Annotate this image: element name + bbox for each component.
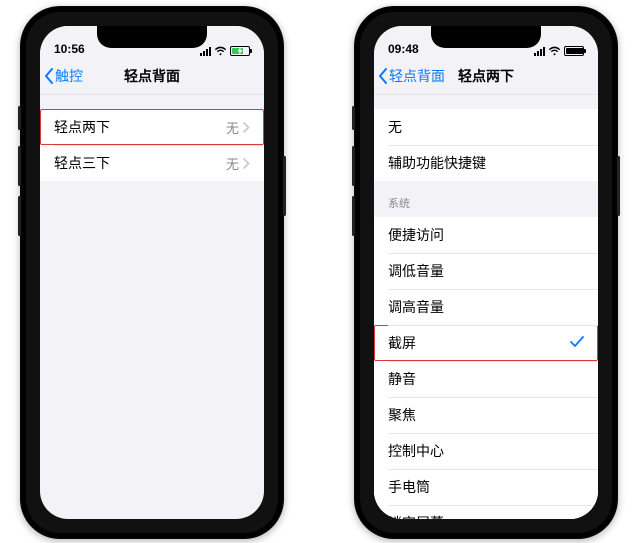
settings-list: 无 辅助功能快捷键 系统 便捷访问调低音量调高音量截屏静音聚焦控制中心手电筒锁定…: [374, 109, 598, 519]
side-button: [18, 196, 21, 236]
back-label: 触控: [55, 66, 83, 86]
check-icon: [570, 335, 584, 351]
option-row[interactable]: 便捷访问: [374, 217, 598, 253]
status-time: 09:48: [388, 42, 419, 56]
notch: [97, 26, 207, 48]
row-label: 无: [388, 117, 402, 137]
back-button[interactable]: 轻点背面: [378, 66, 445, 86]
nav-bar: 触控 轻点背面: [40, 58, 264, 95]
option-row[interactable]: 调低音量: [374, 253, 598, 289]
back-button[interactable]: 触控: [44, 66, 83, 86]
row-label: 辅助功能快捷键: [388, 153, 486, 173]
side-button: [352, 196, 355, 236]
row-label: 调低音量: [388, 261, 444, 281]
row-label: 轻点两下: [54, 117, 110, 137]
notch: [431, 26, 541, 48]
chevron-left-icon: [378, 68, 388, 84]
option-accessibility-shortcut[interactable]: 辅助功能快捷键: [374, 145, 598, 181]
row-label: 聚焦: [388, 405, 416, 425]
phone-left: 10:56: [20, 6, 284, 539]
side-button: [352, 146, 355, 186]
row-label: 控制中心: [388, 441, 444, 461]
row-label: 轻点三下: [54, 153, 110, 173]
battery-icon: [230, 46, 250, 56]
battery-icon: [564, 46, 584, 56]
group-header-system: 系统: [374, 181, 598, 217]
option-row[interactable]: 聚焦: [374, 397, 598, 433]
status-time: 10:56: [54, 42, 85, 56]
row-label: 调高音量: [388, 297, 444, 317]
row-triple-tap[interactable]: 轻点三下 无: [40, 145, 264, 181]
page-title: 轻点两下: [458, 66, 514, 86]
option-row[interactable]: 截屏: [374, 325, 598, 361]
chevron-right-icon: [243, 122, 250, 133]
wifi-icon: [214, 46, 227, 56]
row-value: 无: [226, 154, 239, 173]
row-value: 无: [226, 118, 239, 137]
row-label: 锁定屏幕: [388, 513, 444, 519]
signal-icon: [200, 46, 211, 56]
settings-list: 轻点两下 无 轻点三下 无: [40, 109, 264, 181]
row-label: 便捷访问: [388, 225, 444, 245]
back-label: 轻点背面: [389, 66, 445, 86]
row-label: 手电筒: [388, 477, 430, 497]
option-row[interactable]: 锁定屏幕: [374, 505, 598, 519]
page-title: 轻点背面: [124, 66, 180, 86]
nav-bar: 轻点背面 轻点两下: [374, 58, 598, 95]
side-button: [352, 106, 355, 130]
phone-right: 09:48: [354, 6, 618, 539]
row-label: 静音: [388, 369, 416, 389]
screen-left: 10:56: [40, 26, 264, 519]
side-button: [18, 146, 21, 186]
chevron-left-icon: [44, 68, 54, 84]
side-button: [617, 156, 620, 216]
row-label: 截屏: [388, 333, 416, 353]
option-row[interactable]: 控制中心: [374, 433, 598, 469]
side-button: [283, 156, 286, 216]
option-none[interactable]: 无: [374, 109, 598, 145]
option-row[interactable]: 静音: [374, 361, 598, 397]
wifi-icon: [548, 46, 561, 56]
screen-right: 09:48: [374, 26, 598, 519]
row-double-tap[interactable]: 轻点两下 无: [40, 109, 264, 145]
option-row[interactable]: 手电筒: [374, 469, 598, 505]
option-row[interactable]: 调高音量: [374, 289, 598, 325]
chevron-right-icon: [243, 158, 250, 169]
signal-icon: [534, 46, 545, 56]
side-button: [18, 106, 21, 130]
